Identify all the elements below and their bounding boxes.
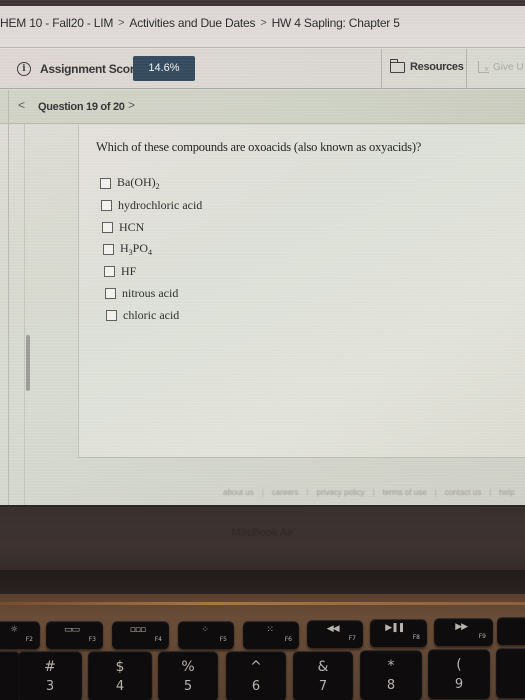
give-up-icon [478, 61, 489, 74]
footer-link-contact[interactable]: contact us [445, 488, 481, 497]
play-pause-icon: ▶❚❚ [385, 623, 405, 633]
rewind-icon: ◀◀ [326, 624, 340, 634]
launchpad-icon: ▫▫▫ [129, 625, 146, 635]
footer-links: about us | careers | privacy policy | terms… [223, 488, 515, 497]
breadcrumb: HEM 10 - Fall20 - LIM > Activities and D… [0, 13, 400, 33]
choice-ba-oh-2[interactable]: Ba(OH)2 [100, 172, 201, 194]
breadcrumb-course[interactable]: HEM 10 - Fall20 - LIM [0, 16, 113, 30]
keyboard-light-down-icon: ⁘ [201, 625, 208, 635]
checkbox[interactable] [102, 221, 113, 233]
footer-link-about[interactable]: about us [223, 488, 254, 497]
assignment-score-value: 14.6% [133, 56, 195, 81]
resources-button[interactable]: Resources [389, 58, 464, 73]
question-navigation: < Question 19 of 20 > [0, 90, 525, 124]
key-9[interactable]: (9 [428, 649, 490, 699]
assignment-score-label: Assignment Score: [40, 62, 145, 76]
key-6[interactable]: ^ 6 [226, 651, 286, 700]
laptop-hinge [0, 570, 525, 594]
footer-link-privacy[interactable]: privacy policy [317, 488, 365, 497]
checkbox[interactable] [100, 177, 111, 189]
key-f5[interactable]: ⁘ F5 [178, 621, 234, 649]
choice-hcn[interactable]: HCN [102, 216, 203, 238]
key-f3[interactable]: ▭▭ F3 [46, 621, 103, 649]
footer-link-help[interactable]: help [499, 488, 514, 497]
info-icon[interactable]: i [17, 62, 31, 76]
next-question-icon[interactable]: > [128, 98, 135, 112]
choice-chloric-acid[interactable]: chloric acid [106, 304, 207, 326]
folder-icon [389, 58, 405, 73]
key-f6[interactable]: ⁙ F6 [243, 621, 299, 649]
divider [466, 49, 467, 89]
previous-question-icon[interactable]: < [18, 98, 25, 112]
key-2[interactable] [0, 651, 20, 700]
keyboard-light-up-icon: ⁙ [266, 625, 273, 635]
key-0[interactable] [496, 648, 525, 698]
assignment-score-bar: i Assignment Score: 14.6% Resources Give… [0, 49, 525, 89]
answer-choices: Ba(OH)2 hydrochloric acid HCN H3PO4 HF n… [100, 172, 204, 326]
footer-link-careers[interactable]: careers [272, 488, 299, 497]
laptop-model-label: MacBook Air [231, 527, 294, 539]
key-4[interactable]: $4 [88, 651, 152, 700]
breadcrumb-separator-icon: > [260, 17, 267, 29]
choice-label: nitrous acid [122, 285, 179, 300]
fast-forward-icon: ▶▶ [455, 622, 468, 632]
checkbox[interactable] [106, 309, 117, 321]
breadcrumb-separator-icon: > [118, 17, 125, 29]
checkbox[interactable] [101, 199, 112, 211]
key-f7[interactable]: ◀◀ F7 [307, 620, 363, 648]
checkbox[interactable] [105, 287, 116, 299]
breadcrumb-activities[interactable]: Activities and Due Dates [129, 16, 255, 30]
keyboard-deck-edge [0, 602, 525, 605]
key-8[interactable]: * 8 [360, 650, 422, 700]
question-counter: Question 19 of 20 [38, 101, 125, 113]
key-3[interactable]: #3 [18, 651, 82, 700]
key-f8[interactable]: ▶❚❚ F8 [370, 619, 427, 647]
sidebar-border [8, 90, 9, 505]
scrollbar-thumb[interactable] [26, 335, 30, 391]
key-f10[interactable] [497, 617, 525, 645]
footer-link-terms[interactable]: terms of use [383, 488, 427, 497]
give-up-button[interactable]: Give U [478, 61, 524, 74]
key-f2[interactable]: ☼ F2 [0, 621, 40, 649]
choice-label: HF [121, 263, 137, 278]
choice-nitrous-acid[interactable]: nitrous acid [105, 282, 206, 304]
give-up-label: Give U [493, 61, 524, 73]
laptop-bezel: MacBook Air [0, 505, 525, 570]
sidebar-border [24, 124, 25, 505]
key-f4[interactable]: ▫▫▫ F4 [112, 621, 169, 649]
browser-screen: HEM 10 - Fall20 - LIM > Activities and D… [0, 0, 525, 505]
key-5[interactable]: % 5 [158, 651, 218, 700]
choice-label: hydrochloric acid [118, 197, 203, 212]
choice-h3po4[interactable]: H3PO4 [103, 238, 204, 260]
choice-hf[interactable]: HF [104, 260, 205, 282]
choice-label: HCN [119, 219, 145, 234]
checkbox[interactable] [103, 243, 114, 255]
resources-label: Resources [410, 61, 464, 73]
brightness-icon: ☼ [10, 625, 18, 635]
choice-label: Ba(OH)2 [117, 175, 160, 191]
choice-label: chloric acid [123, 307, 180, 322]
window-top-edge [0, 0, 525, 6]
choice-hydrochloric-acid[interactable]: hydrochloric acid [101, 194, 202, 216]
key-f9[interactable]: ▶▶ F9 [434, 618, 493, 646]
breadcrumb-assignment: HW 4 Sapling: Chapter 5 [271, 16, 400, 30]
question-prompt: Which of these compounds are oxoacids (a… [96, 140, 422, 154]
checkbox[interactable] [104, 265, 115, 277]
key-7[interactable]: & 7 [293, 651, 353, 700]
choice-label: H3PO4 [120, 241, 153, 257]
divider [381, 49, 382, 89]
mission-control-icon: ▭▭ [63, 625, 80, 635]
